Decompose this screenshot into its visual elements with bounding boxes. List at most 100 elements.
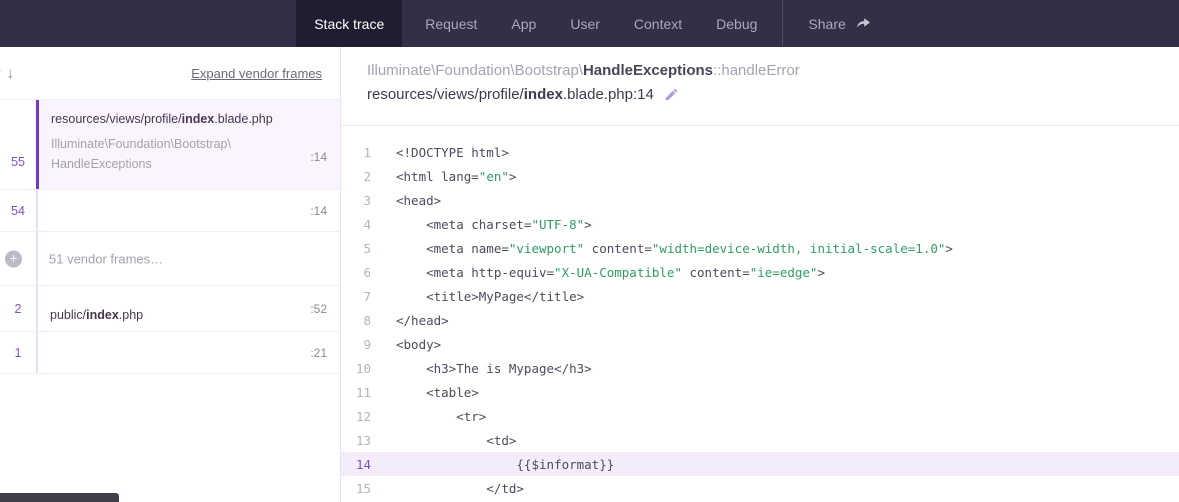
frame-body [36, 190, 340, 231]
frame-line-ref: :14 [310, 150, 327, 164]
expand-vendor-frames-link[interactable]: Expand vendor frames [191, 66, 322, 81]
sidebar-header: ↑ ↓ Expand vendor frames [0, 47, 340, 100]
file-prefix: public/ [50, 308, 86, 322]
code-text: <meta http-equiv="X-UA-Compatible" conte… [396, 265, 825, 280]
code-line: 2 <html lang="en"> [341, 164, 1179, 188]
class-line-2: HandleExceptions [51, 157, 152, 171]
frame-body: resources/views/profile/index.blade.php … [36, 100, 340, 189]
code-line: 6 <meta http-equiv="X-UA-Compatible" con… [341, 260, 1179, 284]
code-text: <!DOCTYPE html> [396, 145, 509, 160]
navbar: Stack trace Request App User Context Deb… [0, 0, 1179, 47]
code-text: <head> [396, 193, 441, 208]
vendor-frames-toggle[interactable]: + 51 vendor frames… [0, 232, 340, 286]
code-line: 11 <table> [341, 380, 1179, 404]
frame-file-path: public/index.php [50, 308, 328, 322]
stack-trace-sidebar: ↑ ↓ Expand vendor frames 55 resources/vi… [0, 47, 341, 502]
frame-file-heading: resources/views/profile/index.blade.php:… [367, 86, 1153, 103]
line-number: 11 [349, 385, 371, 400]
code-text: <title>MyPage</title> [396, 289, 584, 304]
code-line: 5 <meta name="viewport" content="width=d… [341, 236, 1179, 260]
tab-app[interactable]: App [511, 0, 536, 47]
file-suffix: .blade.php:14 [563, 86, 654, 103]
code-line: 10 <h3>The is Mypage</h3> [341, 356, 1179, 380]
method-name: ::handleError [713, 62, 800, 79]
code-text: <td> [396, 433, 516, 448]
line-number: 2 [349, 169, 371, 184]
browser-status-bubble [0, 493, 119, 502]
code-text: </td> [396, 481, 524, 496]
stack-frame-1[interactable]: 1 :21 [0, 332, 340, 374]
file-name: index [86, 308, 119, 322]
frame-detail-panel: Illuminate\Foundation\Bootstrap\HandleEx… [341, 47, 1179, 502]
line-number: 6 [349, 265, 371, 280]
line-number: 4 [349, 217, 371, 232]
code-text: {{$informat}} [396, 457, 614, 472]
arrow-down-icon[interactable]: ↓ [7, 65, 15, 82]
code-text: </head> [396, 313, 449, 328]
code-text: <meta charset="UTF-8"> [396, 217, 592, 232]
code-line: 15 </td> [341, 476, 1179, 500]
tab-stack-trace[interactable]: Stack trace [296, 0, 402, 47]
share-button[interactable]: Share [808, 0, 871, 47]
line-number: 14 [349, 457, 371, 472]
stack-frame-55[interactable]: 55 resources/views/profile/index.blade.p… [0, 100, 340, 190]
frame-body [36, 332, 340, 373]
tab-request[interactable]: Request [425, 0, 477, 47]
tab-user[interactable]: User [570, 0, 600, 47]
file-prefix: resources/views/profile/ [51, 112, 182, 126]
line-number: 1 [349, 145, 371, 160]
frame-number: 2 [0, 302, 36, 316]
frame-line-ref: :21 [310, 346, 327, 360]
arrow-up-icon[interactable]: ↑ [0, 65, 3, 82]
frame-number: 1 [0, 346, 36, 360]
code-text: <html lang="en"> [396, 169, 516, 184]
tab-debug[interactable]: Debug [716, 0, 757, 47]
expand-plus-icon[interactable]: + [5, 250, 22, 267]
share-button-label: Share [808, 16, 845, 32]
navbar-separator [782, 0, 783, 47]
line-number: 8 [349, 313, 371, 328]
frame-class-name: Illuminate\Foundation\Bootstrap\HandleEx… [51, 134, 328, 174]
file-prefix: resources/views/profile/ [367, 86, 524, 103]
code-line: 7 <title>MyPage</title> [341, 284, 1179, 308]
code-line: 1 <!DOCTYPE html> [341, 140, 1179, 164]
vendor-frames-label: 51 vendor frames… [49, 251, 163, 266]
frame-number: 54 [0, 204, 36, 218]
code-text: <h3>The is Mypage</h3> [396, 361, 592, 376]
file-name: index [182, 112, 215, 126]
frame-method-heading: Illuminate\Foundation\Bootstrap\HandleEx… [367, 62, 1153, 79]
line-number: 10 [349, 361, 371, 376]
stack-frame-2[interactable]: 2 public/index.php :52 [0, 286, 340, 332]
code-text: <table> [396, 385, 479, 400]
content-area: ↑ ↓ Expand vendor frames 55 resources/vi… [0, 47, 1179, 502]
class-prefix: Illuminate\Foundation\Bootstrap\ [367, 62, 583, 79]
tab-context[interactable]: Context [634, 0, 682, 47]
code-text: <tr> [396, 409, 486, 424]
frame-number: 55 [0, 155, 36, 169]
line-number: 13 [349, 433, 371, 448]
frame-detail-header: Illuminate\Foundation\Bootstrap\HandleEx… [341, 47, 1179, 126]
code-line: 8 </head> [341, 308, 1179, 332]
code-text: <meta name="viewport" content="width=dev… [396, 241, 953, 256]
code-viewer[interactable]: 1 <!DOCTYPE html> 2 <html lang="en"> 3 <head>… [341, 126, 1179, 502]
line-number: 12 [349, 409, 371, 424]
line-number: 15 [349, 481, 371, 496]
line-number: 3 [349, 193, 371, 208]
code-line-highlighted: 14 {{$informat}} [341, 452, 1179, 476]
stack-frame-54[interactable]: 54 :14 [0, 190, 340, 232]
code-text: <body> [396, 337, 441, 352]
frame-line-ref: :14 [310, 204, 327, 218]
file-suffix: .php [119, 308, 143, 322]
file-name: index [524, 86, 563, 103]
code-line: 13 <td> [341, 428, 1179, 452]
frame-nav-arrows: ↑ ↓ [0, 65, 14, 82]
frame-body: public/index.php [36, 286, 340, 331]
line-number: 7 [349, 289, 371, 304]
edit-pencil-icon[interactable] [664, 87, 679, 102]
code-lines: 1 <!DOCTYPE html> 2 <html lang="en"> 3 <head>… [341, 140, 1179, 500]
code-line: 9<body> [341, 332, 1179, 356]
code-line: 3 <head> [341, 188, 1179, 212]
share-icon [855, 15, 872, 32]
code-line: 4 <meta charset="UTF-8"> [341, 212, 1179, 236]
code-line: 12 <tr> [341, 404, 1179, 428]
